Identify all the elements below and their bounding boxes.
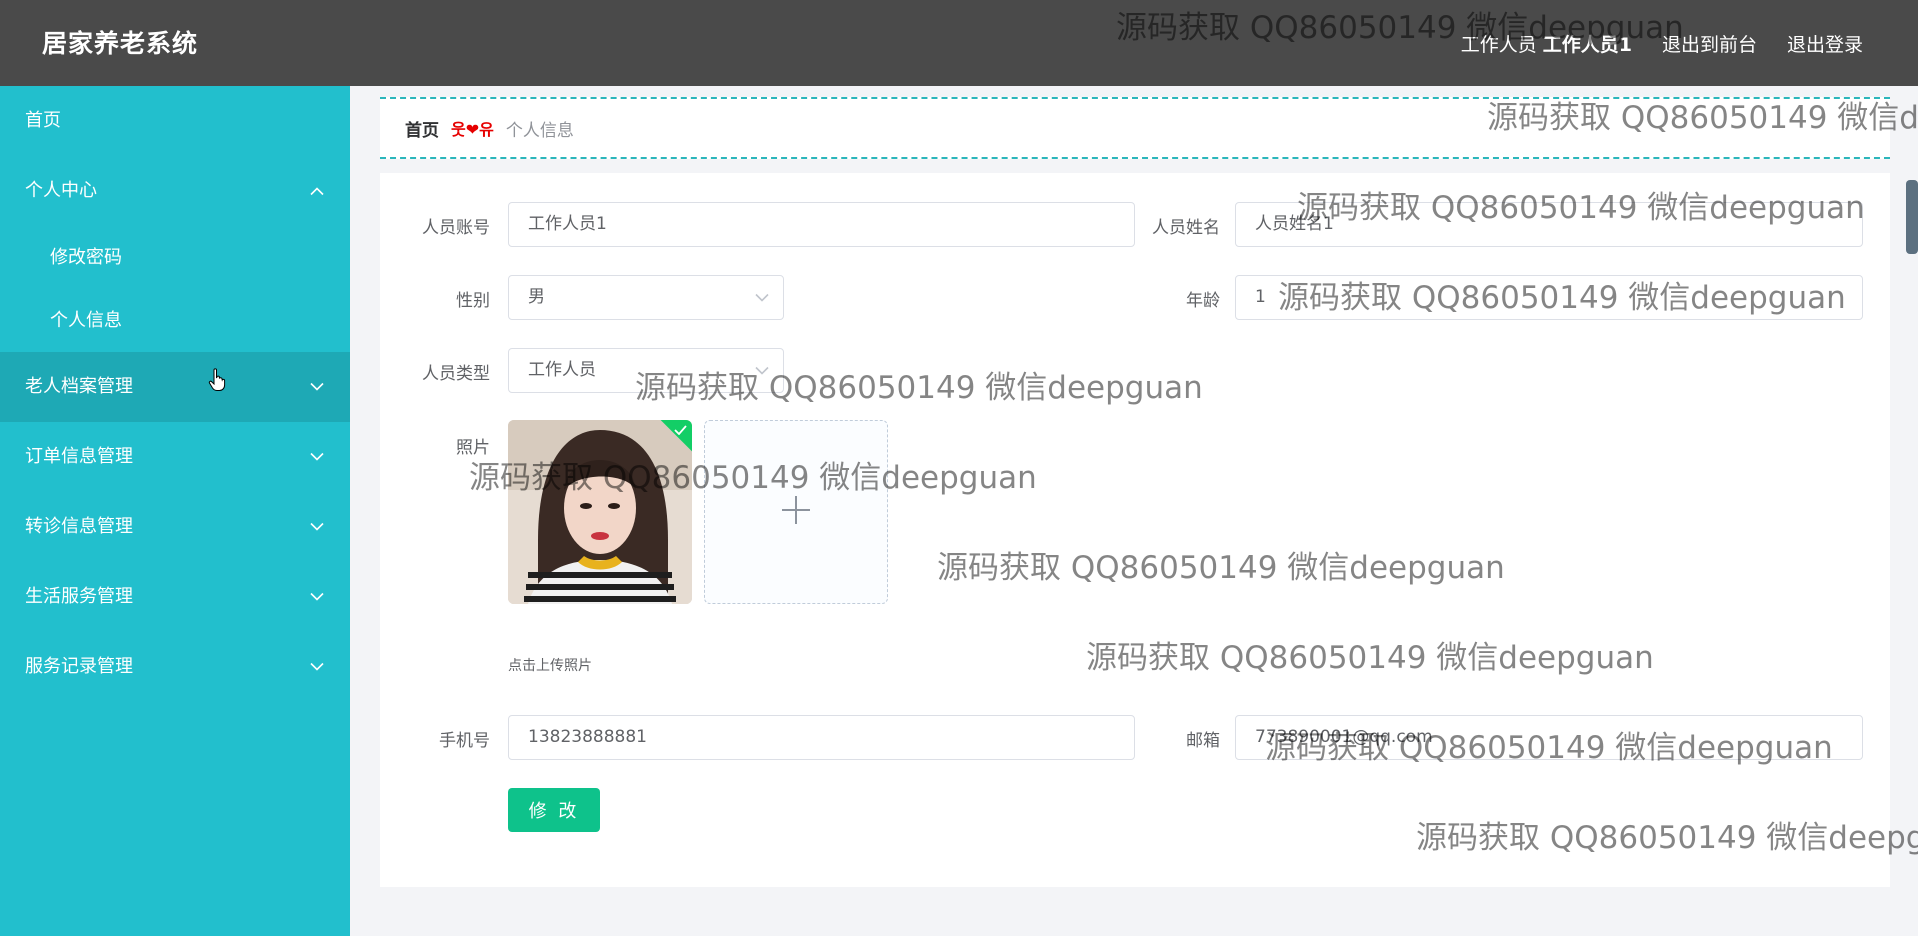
user-name: 工作人员1 bbox=[1542, 34, 1632, 56]
sidebar-item-service-records[interactable]: 服务记录管理 bbox=[0, 632, 350, 702]
user-role: 工作人员 bbox=[1460, 34, 1537, 56]
profile-photo[interactable] bbox=[508, 420, 692, 604]
sidebar-item-label: 生活服务管理 bbox=[25, 586, 133, 607]
email-input[interactable]: 773890001@qq.com bbox=[1235, 715, 1863, 760]
chevron-down-icon bbox=[310, 352, 324, 422]
current-user: 工作人员 工作人员1 bbox=[1461, 30, 1632, 57]
sidebar-item-label: 个人中心 bbox=[25, 180, 97, 201]
account-label: 人员账号 bbox=[422, 218, 490, 238]
type-label: 人员类型 bbox=[422, 364, 490, 384]
photo-label: 照片 bbox=[456, 438, 490, 458]
sidebar-item-elder-records[interactable]: 老人档案管理 bbox=[0, 352, 350, 422]
name-input[interactable]: 人员姓名1 bbox=[1235, 202, 1863, 247]
chevron-down-icon bbox=[310, 562, 324, 632]
logout-link[interactable]: 退出登录 bbox=[1787, 30, 1863, 57]
gender-value: 男 bbox=[528, 287, 545, 307]
plus-icon bbox=[781, 489, 811, 535]
email-label: 邮箱 bbox=[1186, 731, 1220, 751]
gender-select[interactable]: 男 bbox=[508, 275, 784, 320]
sidebar-item-label: 订单信息管理 bbox=[25, 446, 133, 467]
upload-tip: 点击上传照片 bbox=[508, 658, 592, 674]
personal-info-form: 人员账号 工作人员1 人员姓名 人员姓名1 性别 男 年龄 1 人员类型 工作人… bbox=[380, 173, 1890, 887]
breadcrumb-current: 个人信息 bbox=[505, 120, 574, 141]
back-to-front-link[interactable]: 退出到前台 bbox=[1662, 30, 1757, 57]
sidebar-item-referrals[interactable]: 转诊信息管理 bbox=[0, 492, 350, 562]
breadcrumb-home[interactable]: 首页 bbox=[405, 116, 439, 141]
photo-uploader[interactable] bbox=[704, 420, 888, 604]
sidebar-item-personal-info[interactable]: 个人信息 bbox=[0, 289, 350, 352]
app-title: 居家养老系统 bbox=[42, 29, 199, 58]
sidebar-item-change-password[interactable]: 修改密码 bbox=[0, 226, 350, 289]
sidebar-item-home[interactable]: 首页 bbox=[0, 86, 350, 156]
sidebar-item-label: 修改密码 bbox=[50, 247, 122, 268]
check-icon bbox=[674, 423, 687, 439]
portrait-image bbox=[508, 420, 692, 604]
floating-scroll-handle[interactable] bbox=[1906, 180, 1918, 254]
phone-input[interactable]: 13823888881 bbox=[508, 715, 1135, 760]
gender-label: 性别 bbox=[456, 291, 490, 311]
chevron-down-icon bbox=[310, 632, 324, 702]
type-select[interactable]: 工作人员 bbox=[508, 348, 784, 393]
sidebar-item-label: 老人档案管理 bbox=[25, 376, 133, 397]
name-label: 人员姓名 bbox=[1152, 218, 1220, 238]
age-input[interactable]: 1 bbox=[1235, 275, 1863, 320]
chevron-up-icon bbox=[310, 156, 324, 226]
top-header: 居家养老系统 工作人员 工作人员1 退出到前台 退出登录 bbox=[0, 0, 1918, 86]
sidebar-item-label: 服务记录管理 bbox=[25, 656, 133, 677]
breadcrumb-separator: 웃❤유 bbox=[451, 120, 494, 139]
hand-cursor-icon bbox=[208, 368, 226, 396]
save-button[interactable]: 修 改 bbox=[508, 788, 600, 832]
sidebar-item-life-services[interactable]: 生活服务管理 bbox=[0, 562, 350, 632]
account-input[interactable]: 工作人员1 bbox=[508, 202, 1135, 247]
age-label: 年龄 bbox=[1186, 291, 1220, 311]
chevron-down-icon bbox=[755, 276, 769, 319]
header-actions: 工作人员 工作人员1 退出到前台 退出登录 bbox=[1461, 30, 1863, 57]
sidebar-menu: 首页 个人中心 修改密码 个人信息 老人档案管理 订单信息管理 转诊信息管理 生… bbox=[0, 86, 350, 936]
sidebar-item-label: 个人信息 bbox=[50, 310, 122, 331]
chevron-down-icon bbox=[755, 349, 769, 392]
chevron-down-icon bbox=[310, 492, 324, 562]
sidebar-item-orders[interactable]: 订单信息管理 bbox=[0, 422, 350, 492]
sidebar-item-label: 转诊信息管理 bbox=[25, 516, 133, 537]
chevron-down-icon bbox=[310, 422, 324, 492]
breadcrumb: 首页 웃❤유 个人信息 bbox=[380, 97, 1890, 159]
sidebar-item-personal-center[interactable]: 个人中心 bbox=[0, 156, 350, 226]
phone-label: 手机号 bbox=[439, 731, 490, 751]
sidebar-item-label: 首页 bbox=[25, 110, 61, 131]
type-value: 工作人员 bbox=[528, 360, 596, 380]
